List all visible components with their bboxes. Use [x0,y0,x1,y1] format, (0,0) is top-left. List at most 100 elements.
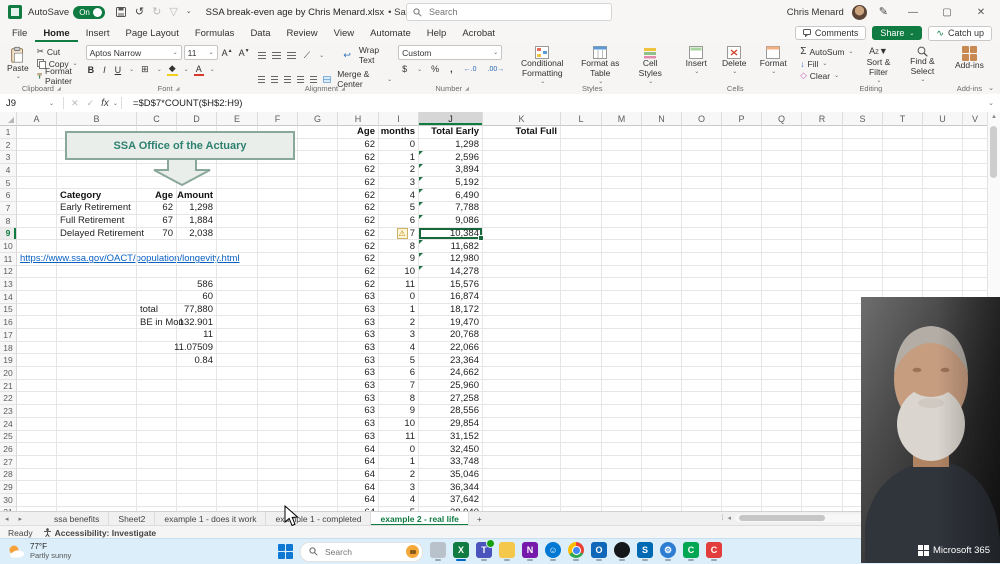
cell-Q17[interactable] [762,329,802,342]
cell-S3[interactable] [843,151,883,164]
cell-P8[interactable] [722,215,762,228]
cell-F20[interactable] [258,367,298,380]
cell-U10[interactable] [923,240,963,253]
cell-D22[interactable] [177,392,217,405]
cell-D16[interactable]: 132.901 [177,316,217,329]
cell-C17[interactable] [137,329,177,342]
cell-K12[interactable] [483,266,561,279]
cell-H16[interactable]: 63 [338,316,379,329]
cell-O5[interactable] [682,177,722,190]
taskbar-icon-utility[interactable]: ⚙ [660,542,676,561]
ribbon-tab-formulas[interactable]: Formulas [187,24,243,42]
cell-E30[interactable] [217,494,258,507]
row-header-4[interactable]: 4 [0,164,17,177]
cell-Q27[interactable] [762,456,802,469]
cell-E16[interactable] [217,316,258,329]
cell-P14[interactable] [722,291,762,304]
cell-S12[interactable] [843,266,883,279]
cell-C26[interactable] [137,443,177,456]
cell-R25[interactable] [802,431,843,444]
row-header-22[interactable]: 22 [0,392,17,405]
clipboard-dialog-launcher-icon[interactable]: ◢ [57,86,61,92]
cell-E15[interactable] [217,304,258,317]
cell-F26[interactable] [258,443,298,456]
cell-K20[interactable] [483,367,561,380]
name-box[interactable]: J9⌄ [0,98,60,109]
cell-Q9[interactable] [762,228,802,241]
cell-I25[interactable]: 11 [379,431,419,444]
cell-C19[interactable] [137,354,177,367]
cell-D24[interactable] [177,418,217,431]
cell-A18[interactable] [17,342,57,355]
cell-J23[interactable]: 28,556 [419,405,483,418]
cell-J28[interactable]: 35,046 [419,469,483,482]
cell-Q12[interactable] [762,266,802,279]
cell-K11[interactable] [483,253,561,266]
cell-D20[interactable] [177,367,217,380]
cell-Q16[interactable] [762,316,802,329]
cancel-entry-icon[interactable]: ✕ [67,98,83,109]
cell-V3[interactable] [963,151,988,164]
cell-N7[interactable] [642,202,682,215]
cell-A10[interactable] [17,240,57,253]
cell-L11[interactable] [561,253,602,266]
cell-D13[interactable]: 586 [177,278,217,291]
cell-S9[interactable] [843,228,883,241]
cell-P9[interactable] [722,228,762,241]
cell-N6[interactable] [642,189,682,202]
cell-R21[interactable] [802,380,843,393]
number-format-select[interactable]: Custom⌄ [398,45,502,60]
cell-S10[interactable] [843,240,883,253]
cell-A15[interactable] [17,304,57,317]
cell-D14[interactable]: 60 [177,291,217,304]
cell-H7[interactable]: 62 [338,202,379,215]
cell-M13[interactable] [602,278,642,291]
cell-T9[interactable] [883,228,923,241]
cell-B20[interactable] [57,367,137,380]
cell-J1[interactable]: Total Early [419,126,483,139]
cell-L19[interactable] [561,354,602,367]
cell-C27[interactable] [137,456,177,469]
cell-Q10[interactable] [762,240,802,253]
cell-A9[interactable] [17,228,57,241]
cell-D19[interactable]: 0.84 [177,354,217,367]
cell-A23[interactable] [17,405,57,418]
cell-I10[interactable]: 8 [379,240,419,253]
cell-M17[interactable] [602,329,642,342]
cell-R30[interactable] [802,494,843,507]
wrap-text-label[interactable]: Wrap Text [359,45,392,65]
cell-V9[interactable] [963,228,988,241]
cell-H26[interactable]: 64 [338,443,379,456]
cell-G25[interactable] [298,431,338,444]
cell-G7[interactable] [298,202,338,215]
cell-C25[interactable] [137,431,177,444]
analyze-data-button[interactable]: Analyze Data [995,45,1000,83]
cell-Q2[interactable] [762,139,802,152]
cell-G18[interactable] [298,342,338,355]
cell-T7[interactable] [883,202,923,215]
row-header-29[interactable]: 29 [0,481,17,494]
cell-H2[interactable]: 62 [338,139,379,152]
cell-R3[interactable] [802,151,843,164]
increase-font-icon[interactable]: A▲ [220,48,235,58]
cell-K23[interactable] [483,405,561,418]
cell-I2[interactable]: 0 [379,139,419,152]
cell-N11[interactable] [642,253,682,266]
cell-Q28[interactable] [762,469,802,482]
cell-S13[interactable] [843,278,883,291]
cell-O22[interactable] [682,392,722,405]
cell-H6[interactable]: 62 [338,189,379,202]
align-middle-icon[interactable] [272,52,281,59]
column-header-m[interactable]: M [602,112,642,126]
cell-H24[interactable]: 63 [338,418,379,431]
cell-G14[interactable] [298,291,338,304]
column-header-n[interactable]: N [642,112,682,126]
cell-H5[interactable]: 62 [338,177,379,190]
cell-E18[interactable] [217,342,258,355]
paste-button[interactable]: Paste⌄ [3,45,33,82]
cell-M10[interactable] [602,240,642,253]
cell-U12[interactable] [923,266,963,279]
cell-B16[interactable] [57,316,137,329]
row-header-28[interactable]: 28 [0,469,17,482]
column-header-s[interactable]: S [843,112,883,126]
